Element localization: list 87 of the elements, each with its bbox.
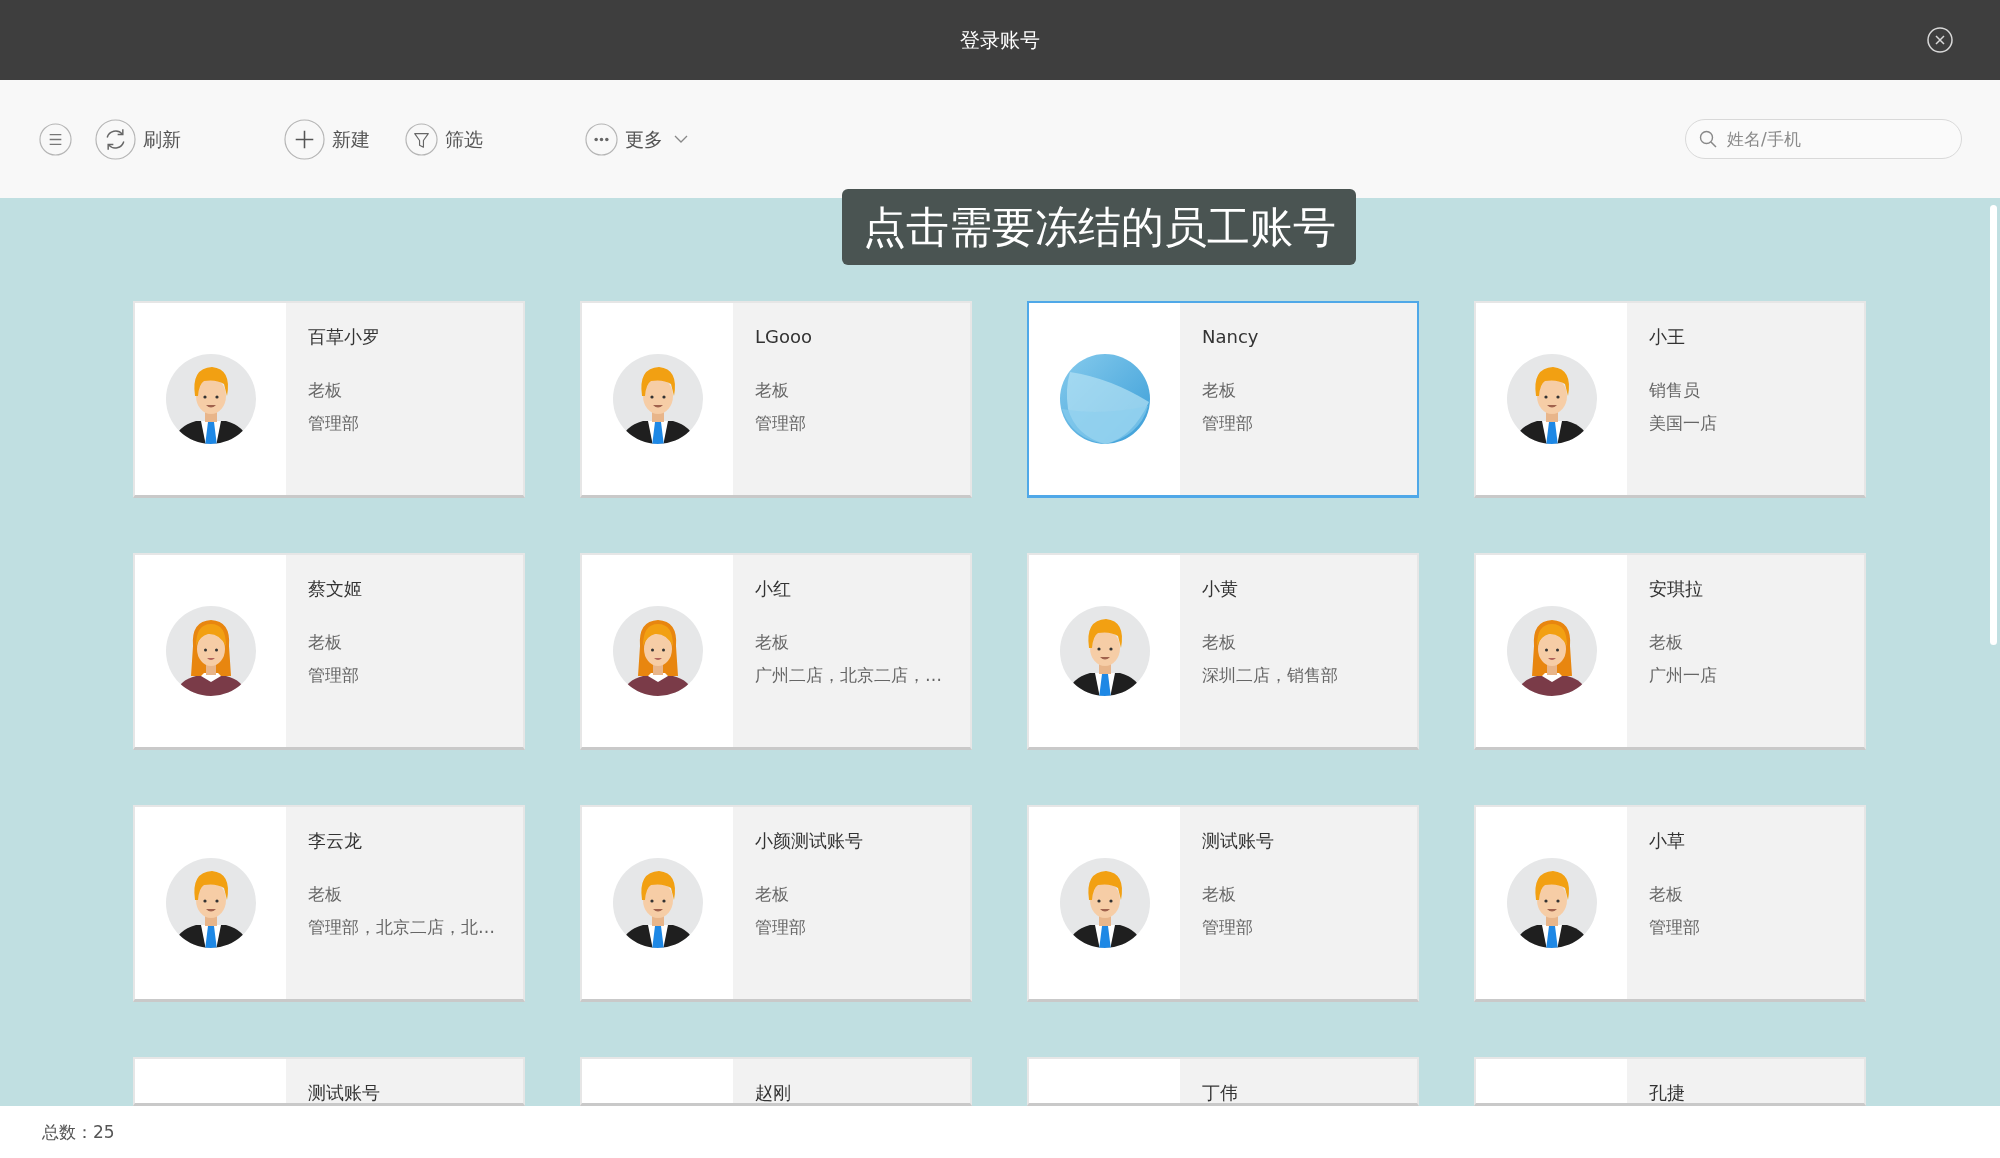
employee-name: 百草小罗 (308, 327, 381, 347)
window-title: 登录账号 (960, 28, 1040, 52)
employee-card[interactable]: 测试账号 (133, 1057, 525, 1106)
menu-icon (39, 122, 72, 156)
search-icon (1699, 130, 1717, 148)
employee-department: 管理部 (755, 916, 807, 939)
employee-role: 老板 (308, 631, 343, 654)
scrollbar[interactable] (1990, 205, 1997, 645)
employee-role: 老板 (1649, 883, 1684, 906)
man-avatar-icon (1506, 858, 1597, 948)
employee-name: LGooo (755, 327, 813, 347)
employee-name: 测试账号 (308, 1083, 381, 1103)
close-icon (1927, 27, 1953, 53)
hint-tooltip: 点击需要冻结的员工账号 (842, 189, 1356, 265)
employee-card[interactable]: 小红 老板 广州二店，北京二店，… (580, 553, 972, 750)
woman-avatar-icon (612, 606, 703, 696)
man-avatar-icon (612, 354, 703, 444)
caret-icon (674, 135, 688, 143)
employee-name: 小黄 (1202, 579, 1239, 599)
employee-role: 老板 (755, 883, 790, 906)
plus-icon (284, 118, 325, 160)
employee-role: 老板 (1649, 631, 1684, 654)
man-avatar-icon (165, 354, 256, 444)
employee-name: 小草 (1649, 831, 1686, 851)
employee-department: 管理部 (308, 664, 360, 687)
employee-department: 广州二店，北京二店，… (755, 664, 943, 687)
employee-department: 管理部 (1649, 916, 1701, 939)
employee-role: 销售员 (1649, 379, 1701, 402)
sphere-logo-icon (1059, 354, 1150, 444)
employee-card[interactable]: 李云龙 老板 管理部，北京二店，北… (133, 805, 525, 1002)
filter-button[interactable]: 筛选 (405, 122, 483, 156)
menu-button[interactable] (39, 122, 72, 156)
employee-name: 小红 (755, 579, 792, 599)
employee-department: 管理部，北京二店，北… (308, 916, 496, 939)
refresh-icon (95, 118, 136, 160)
man-avatar-icon (1059, 606, 1150, 696)
man-avatar-icon (612, 858, 703, 948)
woman-avatar-icon (165, 606, 256, 696)
employee-card[interactable]: Nancy 老板 管理部 (1027, 301, 1419, 498)
employee-card[interactable]: 小黄 老板 深圳二店，销售部 (1027, 553, 1419, 750)
refresh-button[interactable]: 刷新 (95, 118, 181, 160)
employee-name: 赵刚 (755, 1083, 792, 1103)
employee-card[interactable]: 孔捷 (1474, 1057, 1866, 1106)
search-field[interactable]: 姓名/手机 (1685, 119, 1962, 159)
woman-avatar-icon (1506, 606, 1597, 696)
employee-name: 丁伟 (1202, 1083, 1239, 1103)
employee-card[interactable]: 百草小罗 老板 管理部 (133, 301, 525, 498)
employee-card[interactable]: 丁伟 (1027, 1057, 1419, 1106)
employee-name: 小王 (1649, 327, 1686, 347)
employee-name: 小颜测试账号 (755, 831, 864, 851)
man-avatar-icon (165, 858, 256, 948)
employee-department: 美国一店 (1649, 412, 1718, 435)
employee-department: 深圳二店，销售部 (1202, 664, 1339, 687)
employee-role: 老板 (755, 631, 790, 654)
more-icon (585, 122, 618, 156)
more-button[interactable]: 更多 (585, 122, 688, 156)
employee-role: 老板 (308, 883, 343, 906)
employee-department: 管理部 (1202, 916, 1254, 939)
employee-card[interactable]: 蔡文姬 老板 管理部 (133, 553, 525, 750)
employee-card[interactable]: 小草 老板 管理部 (1474, 805, 1866, 1002)
close-button[interactable] (1927, 27, 1953, 53)
employee-card[interactable]: LGooo 老板 管理部 (580, 301, 972, 498)
man-avatar-icon (1059, 858, 1150, 948)
add-button[interactable]: 新建 (284, 118, 370, 160)
employee-card[interactable]: 赵刚 (580, 1057, 972, 1106)
employee-role: 老板 (1202, 631, 1237, 654)
employee-card[interactable]: 小颜测试账号 老板 管理部 (580, 805, 972, 1002)
employee-department: 广州一店 (1649, 664, 1718, 687)
employee-name: 孔捷 (1649, 1083, 1686, 1103)
employee-card[interactable]: 测试账号 老板 管理部 (1027, 805, 1419, 1002)
employee-role: 老板 (1202, 883, 1237, 906)
employee-name: 测试账号 (1202, 831, 1275, 851)
employee-role: 老板 (755, 379, 790, 402)
employee-department: 管理部 (308, 412, 360, 435)
employee-name: Nancy (1202, 327, 1260, 347)
man-avatar-icon (1506, 354, 1597, 444)
employee-role: 老板 (308, 379, 343, 402)
filter-icon (405, 122, 438, 156)
employee-name: 安琪拉 (1649, 579, 1704, 599)
employee-department: 管理部 (755, 412, 807, 435)
employee-card[interactable]: 安琪拉 老板 广州一店 (1474, 553, 1866, 750)
total-count: 总数：25 (42, 1120, 115, 1144)
employee-name: 蔡文姬 (308, 579, 363, 599)
employee-name: 李云龙 (308, 831, 363, 851)
employee-card[interactable]: 小王 销售员 美国一店 (1474, 301, 1866, 498)
employee-role: 老板 (1202, 379, 1237, 402)
employee-department: 管理部 (1202, 412, 1254, 435)
